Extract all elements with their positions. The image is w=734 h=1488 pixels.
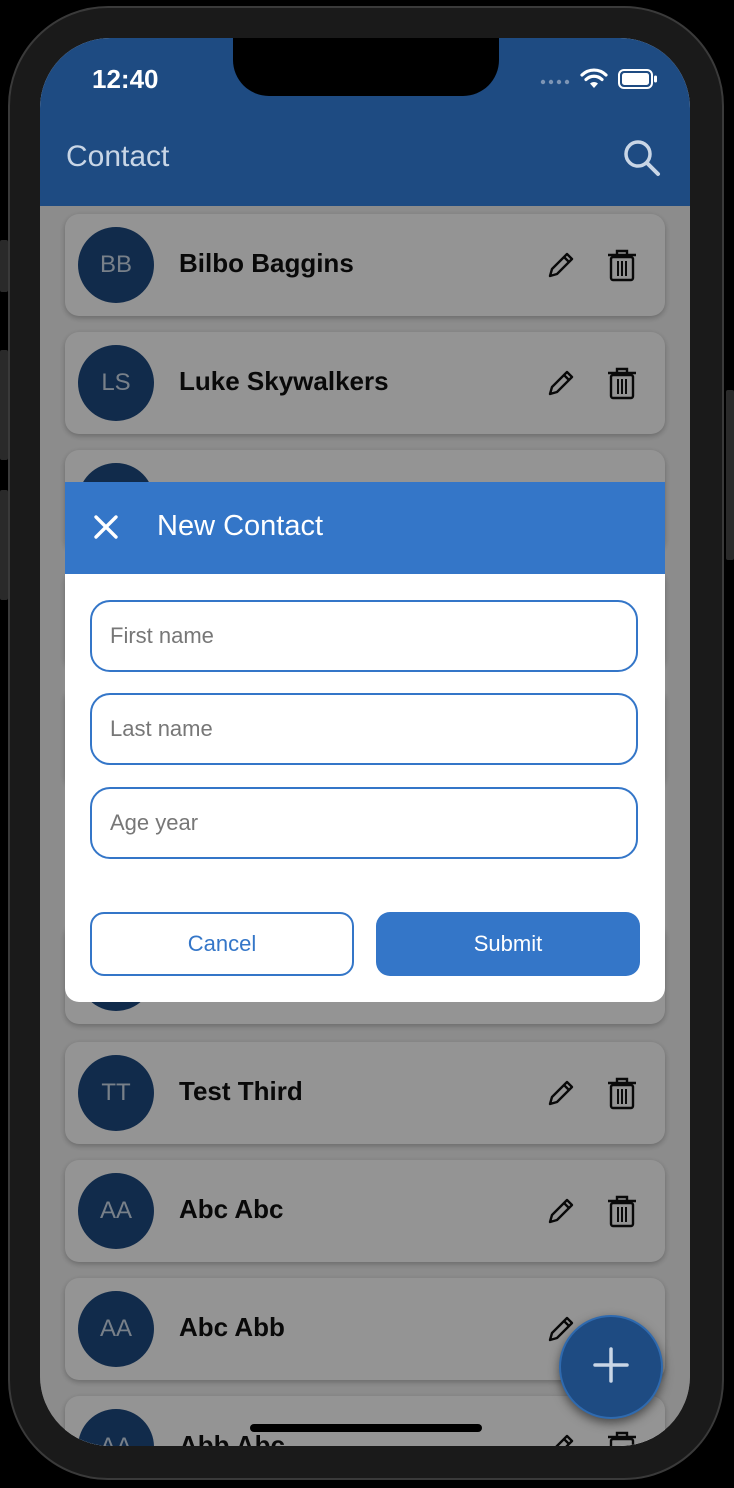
dialog-title: New Contact — [157, 510, 324, 542]
app-title: Contact — [66, 140, 170, 173]
last-name-field[interactable] — [90, 693, 638, 765]
volume-down-button — [0, 490, 8, 600]
close-icon[interactable] — [93, 514, 119, 540]
power-button — [726, 390, 734, 560]
app-bar: Contact — [40, 128, 690, 206]
phone-screen: 12:40 Contact BB Bilbo Baggins LS Luke S… — [40, 38, 690, 1446]
home-indicator[interactable] — [250, 1424, 482, 1432]
search-icon[interactable] — [622, 138, 662, 178]
signal-dots-icon — [540, 73, 570, 91]
add-contact-button[interactable] — [559, 1315, 663, 1419]
age-year-field[interactable] — [90, 787, 638, 859]
notch — [233, 38, 499, 96]
plus-icon — [592, 1346, 630, 1389]
volume-up-button — [0, 350, 8, 460]
battery-icon — [618, 69, 658, 94]
dialog-header: New Contact — [65, 482, 665, 574]
new-contact-dialog: New Contact Cancel Submit — [65, 482, 665, 1002]
cancel-button[interactable]: Cancel — [90, 912, 354, 976]
submit-button[interactable]: Submit — [376, 912, 640, 976]
first-name-field[interactable] — [90, 600, 638, 672]
status-time: 12:40 — [92, 64, 159, 94]
mute-switch — [0, 240, 8, 292]
status-bar: 12:40 — [40, 38, 690, 128]
status-icons — [540, 68, 658, 95]
wifi-icon — [580, 68, 608, 95]
